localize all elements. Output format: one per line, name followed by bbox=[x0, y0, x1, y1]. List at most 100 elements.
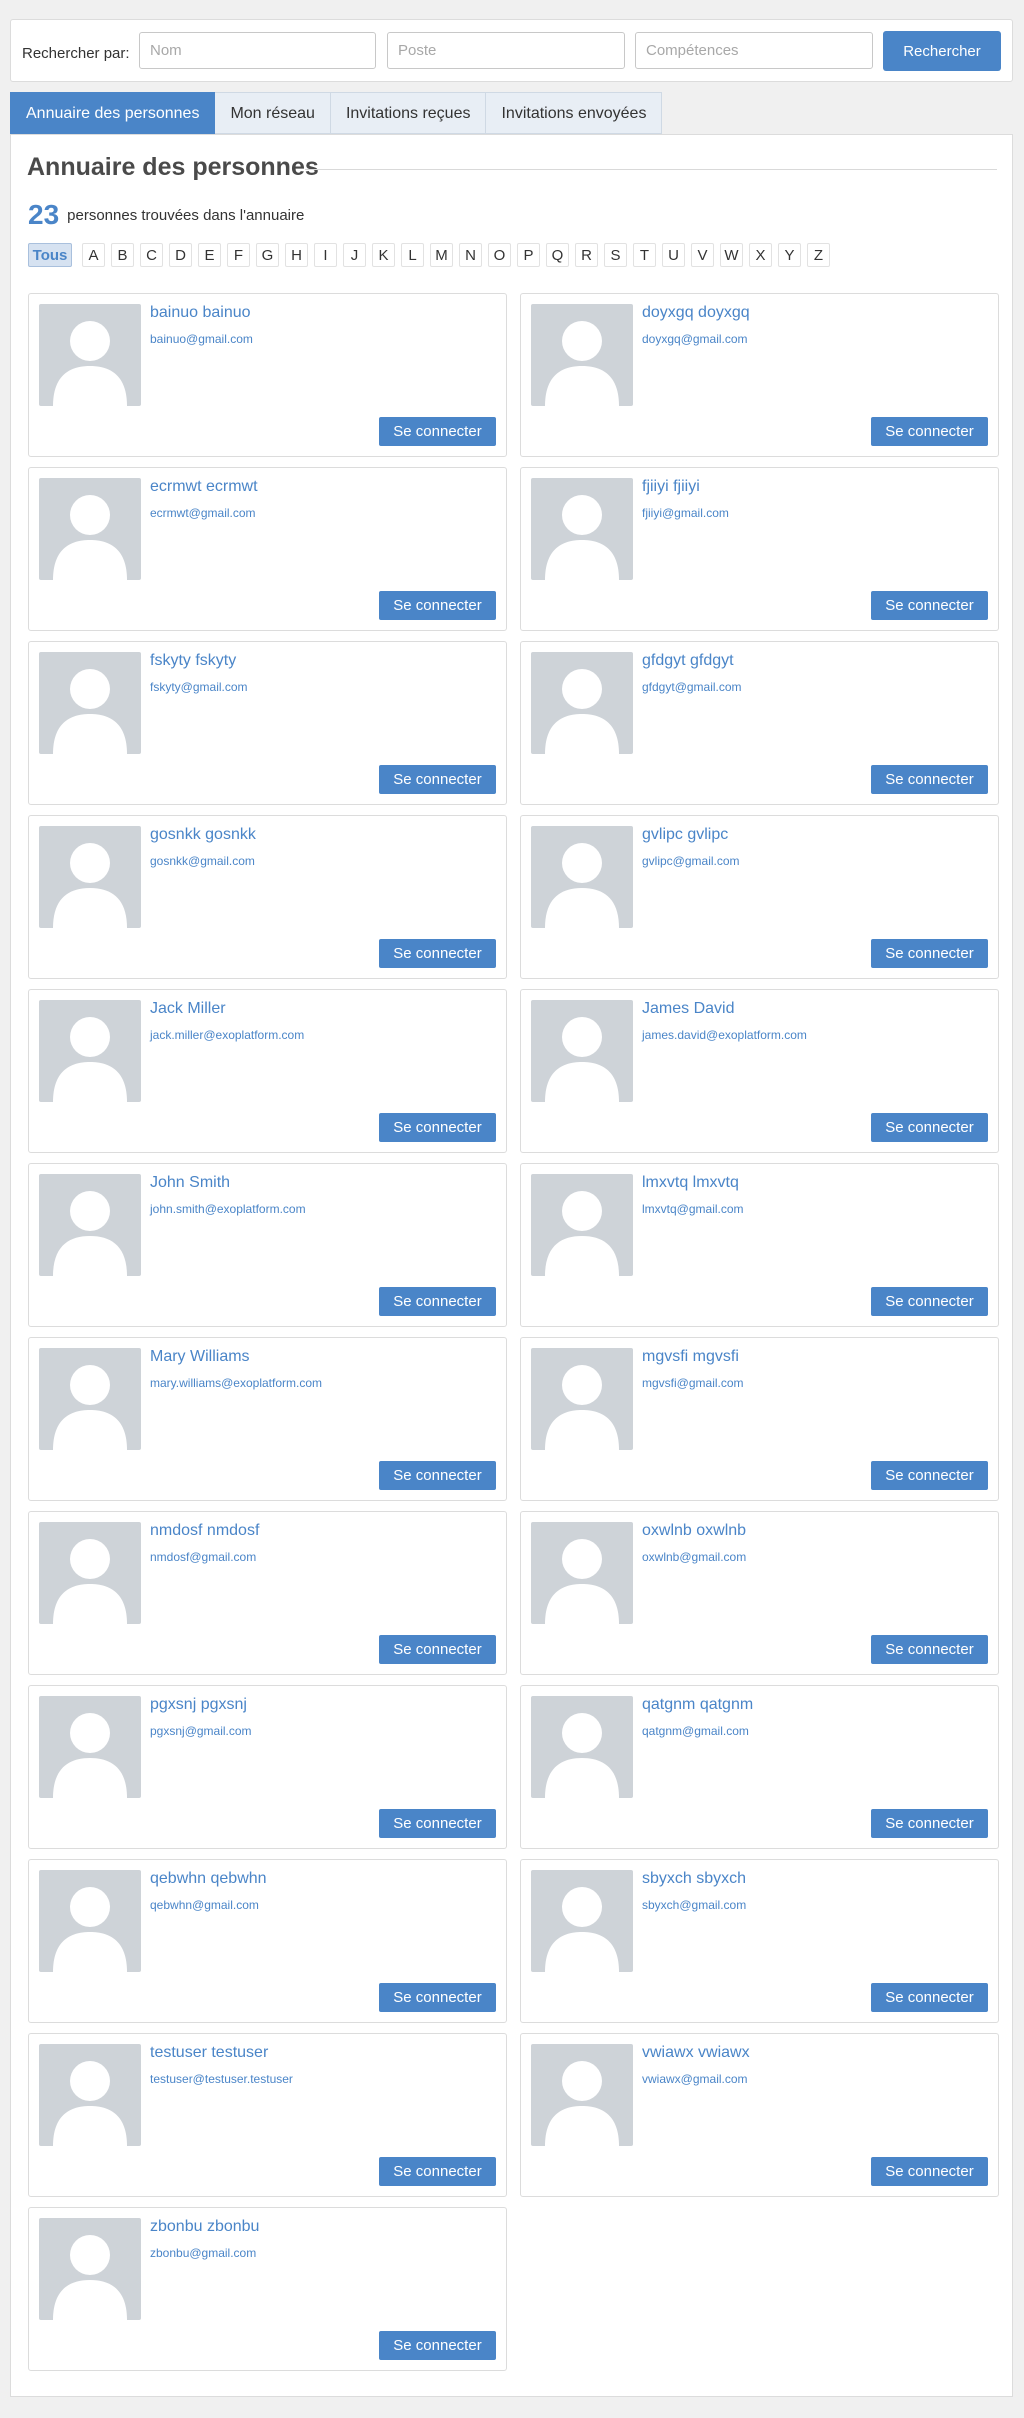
person-name-link[interactable]: Mary Williams bbox=[150, 1348, 250, 1366]
person-email-link[interactable]: vwiawx@gmail.com bbox=[642, 2072, 748, 2086]
person-email-link[interactable]: zbonbu@gmail.com bbox=[150, 2246, 256, 2260]
connect-button[interactable]: Se connecter bbox=[379, 1287, 496, 1316]
connect-button[interactable]: Se connecter bbox=[871, 1287, 988, 1316]
person-name-link[interactable]: gvlipc gvlipc bbox=[642, 826, 728, 844]
filter-letter-g[interactable]: G bbox=[256, 243, 279, 267]
avatar-icon[interactable] bbox=[39, 304, 141, 406]
person-email-link[interactable]: doyxgq@gmail.com bbox=[642, 332, 748, 346]
avatar-icon[interactable] bbox=[531, 1522, 633, 1624]
person-email-link[interactable]: james.david@exoplatform.com bbox=[642, 1028, 807, 1042]
filter-all[interactable]: Tous bbox=[28, 243, 72, 267]
connect-button[interactable]: Se connecter bbox=[871, 1983, 988, 2012]
person-name-link[interactable]: sbyxch sbyxch bbox=[642, 1870, 746, 1888]
avatar-icon[interactable] bbox=[531, 304, 633, 406]
person-name-link[interactable]: Jack Miller bbox=[150, 1000, 226, 1018]
person-email-link[interactable]: qebwhn@gmail.com bbox=[150, 1898, 259, 1912]
person-email-link[interactable]: nmdosf@gmail.com bbox=[150, 1550, 256, 1564]
person-email-link[interactable]: oxwlnb@gmail.com bbox=[642, 1550, 746, 1564]
avatar-icon[interactable] bbox=[39, 1348, 141, 1450]
person-email-link[interactable]: sbyxch@gmail.com bbox=[642, 1898, 746, 1912]
name-search-input[interactable] bbox=[139, 32, 376, 69]
filter-letter-p[interactable]: P bbox=[517, 243, 540, 267]
filter-letter-e[interactable]: E bbox=[198, 243, 221, 267]
filter-letter-j[interactable]: J bbox=[343, 243, 366, 267]
filter-letter-w[interactable]: W bbox=[720, 243, 743, 267]
person-email-link[interactable]: fjiiyi@gmail.com bbox=[642, 506, 729, 520]
skills-search-input[interactable] bbox=[635, 32, 873, 69]
connect-button[interactable]: Se connecter bbox=[379, 1983, 496, 2012]
person-email-link[interactable]: john.smith@exoplatform.com bbox=[150, 1202, 306, 1216]
filter-letter-k[interactable]: K bbox=[372, 243, 395, 267]
person-email-link[interactable]: fskyty@gmail.com bbox=[150, 680, 248, 694]
person-name-link[interactable]: gfdgyt gfdgyt bbox=[642, 652, 734, 670]
person-name-link[interactable]: James David bbox=[642, 1000, 734, 1018]
person-email-link[interactable]: pgxsnj@gmail.com bbox=[150, 1724, 252, 1738]
connect-button[interactable]: Se connecter bbox=[871, 417, 988, 446]
avatar-icon[interactable] bbox=[531, 826, 633, 928]
avatar-icon[interactable] bbox=[39, 1696, 141, 1798]
connect-button[interactable]: Se connecter bbox=[379, 2157, 496, 2186]
connect-button[interactable]: Se connecter bbox=[379, 765, 496, 794]
connect-button[interactable]: Se connecter bbox=[871, 1461, 988, 1490]
filter-letter-q[interactable]: Q bbox=[546, 243, 569, 267]
tab-sent-invitations[interactable]: Invitations envoyées bbox=[486, 92, 663, 134]
person-name-link[interactable]: mgvsfi mgvsfi bbox=[642, 1348, 739, 1366]
person-name-link[interactable]: testuser testuser bbox=[150, 2044, 268, 2062]
person-name-link[interactable]: nmdosf nmdosf bbox=[150, 1522, 259, 1540]
person-name-link[interactable]: qebwhn qebwhn bbox=[150, 1870, 267, 1888]
person-name-link[interactable]: fskyty fskyty bbox=[150, 652, 236, 670]
connect-button[interactable]: Se connecter bbox=[379, 1635, 496, 1664]
person-email-link[interactable]: gosnkk@gmail.com bbox=[150, 854, 255, 868]
person-name-link[interactable]: gosnkk gosnkk bbox=[150, 826, 256, 844]
person-name-link[interactable]: doyxgq doyxgq bbox=[642, 304, 750, 322]
person-name-link[interactable]: vwiawx vwiawx bbox=[642, 2044, 750, 2062]
filter-letter-s[interactable]: S bbox=[604, 243, 627, 267]
filter-letter-m[interactable]: M bbox=[430, 243, 453, 267]
tab-received-invitations[interactable]: Invitations reçues bbox=[330, 92, 487, 134]
avatar-icon[interactable] bbox=[531, 2044, 633, 2146]
connect-button[interactable]: Se connecter bbox=[871, 1809, 988, 1838]
avatar-icon[interactable] bbox=[39, 1870, 141, 1972]
search-button[interactable]: Rechercher bbox=[883, 31, 1001, 71]
person-email-link[interactable]: qatgnm@gmail.com bbox=[642, 1724, 749, 1738]
person-name-link[interactable]: oxwlnb oxwlnb bbox=[642, 1522, 746, 1540]
person-email-link[interactable]: gvlipc@gmail.com bbox=[642, 854, 740, 868]
person-email-link[interactable]: mary.williams@exoplatform.com bbox=[150, 1376, 322, 1390]
person-name-link[interactable]: bainuo bainuo bbox=[150, 304, 251, 322]
connect-button[interactable]: Se connecter bbox=[871, 2157, 988, 2186]
avatar-icon[interactable] bbox=[531, 478, 633, 580]
person-email-link[interactable]: gfdgyt@gmail.com bbox=[642, 680, 742, 694]
avatar-icon[interactable] bbox=[531, 1348, 633, 1450]
filter-letter-v[interactable]: V bbox=[691, 243, 714, 267]
connect-button[interactable]: Se connecter bbox=[379, 591, 496, 620]
filter-letter-r[interactable]: R bbox=[575, 243, 598, 267]
tab-my-network[interactable]: Mon réseau bbox=[215, 92, 331, 134]
filter-letter-d[interactable]: D bbox=[169, 243, 192, 267]
avatar-icon[interactable] bbox=[39, 2044, 141, 2146]
filter-letter-a[interactable]: A bbox=[82, 243, 105, 267]
person-email-link[interactable]: bainuo@gmail.com bbox=[150, 332, 253, 346]
avatar-icon[interactable] bbox=[531, 1174, 633, 1276]
filter-letter-l[interactable]: L bbox=[401, 243, 424, 267]
connect-button[interactable]: Se connecter bbox=[871, 1635, 988, 1664]
connect-button[interactable]: Se connecter bbox=[379, 1461, 496, 1490]
avatar-icon[interactable] bbox=[531, 652, 633, 754]
connect-button[interactable]: Se connecter bbox=[871, 765, 988, 794]
avatar-icon[interactable] bbox=[39, 2218, 141, 2320]
filter-letter-n[interactable]: N bbox=[459, 243, 482, 267]
connect-button[interactable]: Se connecter bbox=[871, 939, 988, 968]
filter-letter-o[interactable]: O bbox=[488, 243, 511, 267]
avatar-icon[interactable] bbox=[39, 826, 141, 928]
person-email-link[interactable]: mgvsfi@gmail.com bbox=[642, 1376, 744, 1390]
connect-button[interactable]: Se connecter bbox=[379, 1809, 496, 1838]
person-name-link[interactable]: fjiiyi fjiiyi bbox=[642, 478, 700, 496]
avatar-icon[interactable] bbox=[39, 1000, 141, 1102]
person-email-link[interactable]: ecrmwt@gmail.com bbox=[150, 506, 256, 520]
connect-button[interactable]: Se connecter bbox=[871, 591, 988, 620]
person-email-link[interactable]: testuser@testuser.testuser bbox=[150, 2072, 293, 2086]
avatar-icon[interactable] bbox=[531, 1696, 633, 1798]
filter-letter-x[interactable]: X bbox=[749, 243, 772, 267]
avatar-icon[interactable] bbox=[531, 1870, 633, 1972]
avatar-icon[interactable] bbox=[39, 652, 141, 754]
avatar-icon[interactable] bbox=[39, 1174, 141, 1276]
